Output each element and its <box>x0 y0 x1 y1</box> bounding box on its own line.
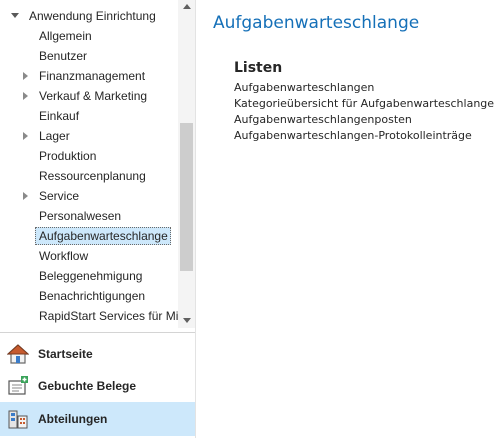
nav-button-startseite[interactable]: Startseite <box>0 337 195 371</box>
scroll-down-button[interactable] <box>178 314 195 328</box>
tree-item[interactable]: Produktion <box>0 146 178 166</box>
tree-item-label: Beleggenehmigung <box>39 269 143 283</box>
department-tree: Anwendung Einrichtung Allgemein Benutzer Fi… <box>0 0 178 328</box>
tree-item-label: RapidStart Services für Mic <box>39 309 178 323</box>
chevron-right-icon[interactable] <box>23 72 28 80</box>
list-link[interactable]: Kategorieübersicht für Aufgabenwarteschl… <box>234 96 494 112</box>
tree-item-label: Finanzmanagement <box>39 69 146 83</box>
tree-item-label: Anwendung Einrichtung <box>29 9 156 23</box>
tree-item-label: Allgemein <box>39 29 92 43</box>
tree-item-label: Produktion <box>39 149 97 163</box>
chevron-right-icon[interactable] <box>23 192 28 200</box>
tree-item[interactable]: Benachrichtigungen <box>0 286 178 306</box>
list-link[interactable]: Aufgabenwarteschlangenposten <box>234 112 492 128</box>
tree-item-label: Lager <box>39 129 70 143</box>
nav-button-label: Gebuchte Belege <box>38 379 137 393</box>
tree-item-label: Microsoft Office Outlook <box>39 326 167 328</box>
nav-button-gebuchte-belege[interactable]: Gebuchte Belege <box>0 369 195 403</box>
tree-item[interactable]: RapidStart Services für Mic <box>0 306 178 326</box>
tree-item-label: Einkauf <box>39 109 80 123</box>
tree-item[interactable]: Ressourcenplanung <box>0 166 178 186</box>
scroll-up-button[interactable] <box>178 0 195 14</box>
posted-documents-icon <box>8 376 28 395</box>
nav-button-label: Startseite <box>38 347 93 361</box>
tree-item[interactable]: Personalwesen <box>0 206 178 226</box>
tree-item[interactable]: Verkauf & Marketing <box>0 86 178 106</box>
tree-item[interactable]: Service <box>0 186 178 206</box>
tree-item-label: Workflow <box>39 249 89 263</box>
nav-button-abteilungen[interactable]: Abteilungen <box>0 402 195 436</box>
list-links: Aufgabenwarteschlangen Kategorieübersich… <box>234 80 494 144</box>
tree-item-label: Ressourcenplanung <box>39 169 146 183</box>
chevron-down-icon[interactable] <box>11 13 19 18</box>
tree-item-label: Personalwesen <box>39 209 122 223</box>
navigation-buttons: Startseite Gebuchte Belege Abteilungen <box>0 332 195 439</box>
scroll-thumb[interactable] <box>180 123 193 271</box>
tree-item[interactable]: Allgemein <box>0 26 178 46</box>
tree-item[interactable]: Aufgabenwarteschlange <box>0 226 178 246</box>
navigation-pane: Anwendung Einrichtung Allgemein Benutzer Fi… <box>0 0 196 438</box>
home-icon <box>7 344 29 364</box>
tree-item-label: Verkauf & Marketing <box>39 89 148 103</box>
tree-item[interactable]: Workflow <box>0 246 178 266</box>
tree-item-label: Service <box>39 189 80 203</box>
chevron-right-icon[interactable] <box>23 92 28 100</box>
tree-item[interactable]: Microsoft Office Outlook <box>0 326 178 328</box>
tree-item-label: Aufgabenwarteschlange <box>39 229 168 243</box>
tree-item[interactable]: Anwendung Einrichtung <box>0 6 178 26</box>
tree-item-label: Benachrichtigungen <box>39 289 146 303</box>
nav-button-label: Abteilungen <box>38 412 108 426</box>
list-link[interactable]: Aufgabenwarteschlangen <box>234 80 492 96</box>
page-title: Aufgabenwarteschlange <box>213 13 420 33</box>
tree-item[interactable]: Einkauf <box>0 106 178 126</box>
chevron-right-icon[interactable] <box>23 132 28 140</box>
tree-item[interactable]: Beleggenehmigung <box>0 266 178 286</box>
tree-item[interactable]: Benutzer <box>0 46 178 66</box>
list-link[interactable]: Aufgabenwarteschlangen-Protokolleinträge <box>234 128 492 144</box>
tree-item[interactable]: Lager <box>0 126 178 146</box>
tree-item-label: Benutzer <box>39 49 88 63</box>
tree-scrollbar[interactable] <box>178 0 195 328</box>
tree-item[interactable]: Finanzmanagement <box>0 66 178 86</box>
section-heading-listen: Listen <box>234 60 283 76</box>
departments-icon <box>8 410 28 429</box>
